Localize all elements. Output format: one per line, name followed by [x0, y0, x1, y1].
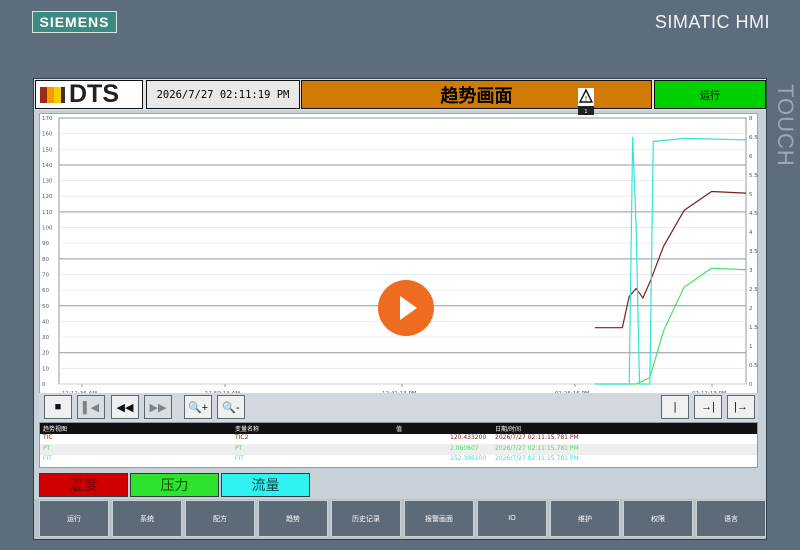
y-right-tick-label: 5.5 — [749, 173, 758, 179]
y-right-tick-label: 6.5 — [749, 135, 758, 141]
nav-maintenance-button[interactable]: 维护 — [550, 500, 620, 537]
row-datetime: 2026/7/27 02:11:15.781 PM — [495, 434, 579, 441]
play-icon — [400, 296, 417, 320]
y-left-tick-label: 140 — [42, 163, 53, 169]
y-left-tick-label: 150 — [42, 147, 53, 153]
logo-mark-icon — [40, 86, 65, 103]
cursor-button[interactable]: | — [661, 395, 689, 419]
brand-logo: SIEMENS — [32, 11, 117, 33]
bottom-navigation: 运行 系统 配方 趋势 历史记录 报警画面 IO 维护 权限 语言 — [34, 499, 766, 539]
pressure-indicator[interactable]: 压力 — [130, 473, 219, 497]
row-variable: PT — [235, 445, 243, 452]
y-left-tick-label: 100 — [42, 226, 53, 232]
row-trend: TIC — [43, 434, 53, 441]
y-left-tick-label: 60 — [42, 288, 49, 294]
y-left-tick-label: 30 — [42, 335, 49, 341]
datetime-display: 2026/7/27 02:11:19 PM — [146, 80, 300, 109]
stop-button[interactable]: ■ — [44, 395, 72, 419]
nav-run-button[interactable]: 运行 — [39, 500, 109, 537]
plot-area — [58, 117, 747, 385]
run-status[interactable]: 运行 — [654, 80, 766, 109]
row-value: 120.433200 — [450, 434, 487, 441]
row-datetime: 2026/7/27 02:11:15.781 PM — [495, 455, 579, 462]
y-right-tick-label: 2 — [749, 306, 753, 312]
y-left-tick-label: 50 — [42, 304, 49, 310]
y-left-tick-label: 40 — [42, 319, 49, 325]
forward-button[interactable]: ▶▶ — [144, 395, 172, 419]
y-right-tick-label: 3 — [749, 268, 753, 274]
trend-value-table: 趋势视图 变量名称 值 日期/时间 TIC TIC2 120.433200 20… — [39, 422, 758, 468]
y-left-tick-label: 70 — [42, 272, 49, 278]
zoom-in-button[interactable]: 🔍+ — [184, 395, 212, 419]
row-datetime: 2026/7/27 02:11:15.781 PM — [495, 445, 579, 452]
header-trend: 趋势视图 — [43, 426, 68, 433]
nav-recipe-button[interactable]: 配方 — [185, 500, 255, 537]
header-variable: 变量名称 — [235, 426, 260, 433]
y-left-tick-label: 0 — [42, 382, 46, 388]
flow-indicator[interactable]: 流量 — [221, 473, 310, 497]
y-left-tick-label: 20 — [42, 351, 49, 357]
y-right-tick-label: 5 — [749, 192, 753, 198]
nav-permission-button[interactable]: 权限 — [623, 500, 693, 537]
y-right-tick-label: 2.5 — [749, 287, 758, 293]
row-trend: PT — [43, 445, 51, 452]
nav-language-button[interactable]: 语言 — [696, 500, 766, 537]
zoom-out-button[interactable]: 🔍- — [217, 395, 245, 419]
side-touch-label: TOUCH — [773, 84, 798, 167]
top-bar: DTS 2026/7/27 02:11:19 PM 趋势画面 运行 — [34, 79, 766, 110]
company-logo: DTS — [35, 80, 143, 109]
temperature-indicator[interactable]: 温度 — [39, 473, 128, 497]
trend-view[interactable]: 170 160 150 140 130 120 110 100 90 80 70 60 50 40 30 20… — [39, 113, 758, 416]
row-value: 2.060607 — [450, 445, 479, 452]
nav-io-button[interactable]: IO — [477, 500, 547, 537]
row-variable: FIT — [235, 455, 244, 462]
row-variable: TIC2 — [235, 434, 249, 441]
y-right-tick-label: 4 — [749, 230, 753, 236]
y-right-tick-label: 0 — [749, 382, 753, 388]
header-value: 值 — [396, 426, 403, 433]
y-right-tick-label: 4.5 — [749, 211, 758, 217]
table-row[interactable]: FIT FIT 152.396100 2026/7/27 02:11:15.78… — [40, 454, 757, 465]
y-right-tick-label: 6 — [749, 154, 753, 160]
svg-text:!: ! — [585, 95, 588, 103]
rewind-button[interactable]: ◀◀ — [111, 395, 139, 419]
cursor-left-button[interactable]: →| — [694, 395, 722, 419]
play-button[interactable] — [378, 280, 434, 336]
y-left-tick-label: 10 — [42, 366, 49, 372]
svg-text:1: 1 — [584, 109, 587, 115]
y-left-tick-label: 110 — [42, 210, 53, 216]
nav-history-button[interactable]: 历史记录 — [331, 500, 401, 537]
y-right-tick-label: 0.5 — [749, 363, 758, 369]
trend-controls: ■ ▌◀ ◀◀ ▶▶ 🔍+ 🔍- | →| |→ — [39, 393, 758, 422]
header-datetime: 日期/时间 — [495, 426, 522, 433]
start-button[interactable]: ▌◀ — [77, 395, 105, 419]
warning-icon[interactable]: ! 1 — [578, 88, 594, 115]
nav-alarm-button[interactable]: 报警画面 — [404, 500, 474, 537]
y-right-tick-label: 1 — [749, 344, 753, 350]
cursor-right-button[interactable]: |→ — [727, 395, 755, 419]
y-left-tick-label: 90 — [42, 241, 49, 247]
y-right-tick-label: 1.5 — [749, 325, 758, 331]
model-label: SIMATIC HMI — [654, 12, 770, 32]
row-trend: FIT — [43, 455, 52, 462]
y-right-tick-label: 3.5 — [749, 249, 758, 255]
nav-system-button[interactable]: 系统 — [112, 500, 182, 537]
y-left-tick-label: 80 — [42, 257, 49, 263]
page-title: 趋势画面 — [301, 80, 652, 109]
row-value: 152.396100 — [450, 455, 487, 462]
table-row[interactable]: TIC TIC2 120.433200 2026/7/27 02:11:15.7… — [40, 433, 757, 444]
y-left-tick-label: 120 — [42, 194, 53, 200]
y-left-tick-label: 170 — [42, 116, 53, 122]
trend-chart: 1701601501401301201101009080706050403020… — [42, 116, 758, 404]
logo-text: DTS — [69, 80, 119, 108]
nav-trend-button[interactable]: 趋势 — [258, 500, 328, 537]
y-right-tick-label: 8 — [749, 116, 753, 122]
y-left-tick-label: 160 — [42, 132, 53, 138]
y-left-tick-label: 130 — [42, 179, 53, 185]
hmi-screen: DTS 2026/7/27 02:11:19 PM 趋势画面 运行 ! 1 17… — [33, 78, 767, 540]
